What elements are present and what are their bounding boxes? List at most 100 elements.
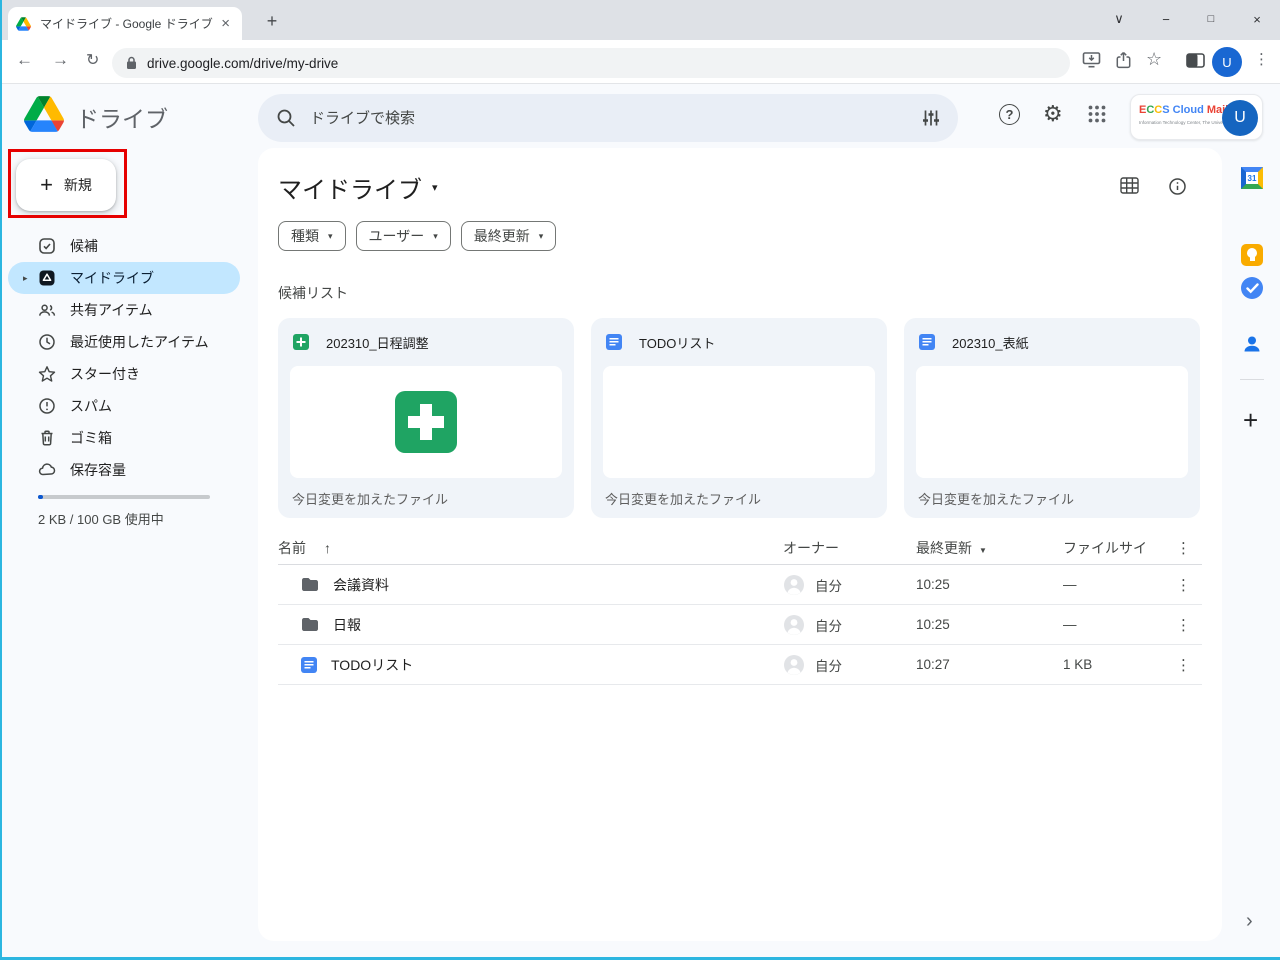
trash-icon <box>38 429 56 447</box>
search-options-icon[interactable] <box>922 109 940 127</box>
header-menu-icon[interactable]: ⋮ <box>1165 539 1202 557</box>
browser-tab-strip: マイドライブ - Google ドライブ × + ∨ − □ × <box>0 0 1280 40</box>
window-maximize-button[interactable]: □ <box>1188 0 1234 38</box>
sidebar-item-shared[interactable]: 共有アイテム <box>8 294 240 326</box>
column-header-modified[interactable]: 最終更新▼ <box>916 538 1063 558</box>
sidebar-item-label: 保存容量 <box>70 460 126 480</box>
card-reason: 今日変更を加えたファイル <box>904 478 1200 508</box>
side-panel-divider <box>1240 379 1264 380</box>
sidebar-item-label: マイドライブ <box>70 268 154 288</box>
filter-chips: 種類 ▾ ユーザー ▾ 最終更新 ▾ <box>278 221 556 251</box>
app-name: ドライブ <box>76 100 168 134</box>
suggested-heading: 候補リスト <box>278 283 348 303</box>
contacts-icon[interactable] <box>1241 333 1263 355</box>
table-row[interactable]: 日報 自分 10:25 — ⋮ <box>278 605 1202 645</box>
row-menu-icon[interactable]: ⋮ <box>1165 576 1202 594</box>
sidebar-item-starred[interactable]: スター付き <box>8 358 240 390</box>
folder-icon <box>300 617 320 633</box>
side-panel-icon[interactable] <box>1186 53 1205 68</box>
sidebar-item-trash[interactable]: ゴミ箱 <box>8 422 240 454</box>
sidebar-nav: 候補 ▸ マイドライブ 共有アイテム 最近使用したアイテム <box>8 230 240 486</box>
new-tab-button[interactable]: + <box>260 9 284 33</box>
browser-tab[interactable]: マイドライブ - Google ドライブ × <box>8 7 242 40</box>
new-button[interactable]: + 新規 <box>16 159 116 211</box>
grid-view-icon[interactable] <box>1120 177 1139 194</box>
sidebar-item-label: ゴミ箱 <box>70 428 112 448</box>
search-icon <box>276 108 296 128</box>
column-header-size[interactable]: ファイルサイ <box>1063 538 1165 558</box>
new-button-label: 新規 <box>64 175 92 195</box>
sidebar-item-my-drive[interactable]: ▸ マイドライブ <box>8 262 240 294</box>
main-panel: マイドライブ ▾ 種類 ▾ ユーザー ▾ 最終更新 <box>258 148 1222 941</box>
window-minimize-button[interactable]: − <box>1143 0 1189 38</box>
owner-avatar-icon <box>783 614 805 636</box>
sort-asc-icon[interactable]: ↑ <box>324 540 331 556</box>
folder-icon <box>300 577 320 593</box>
tab-close-icon[interactable]: × <box>221 15 230 32</box>
tab-title: マイドライブ - Google ドライブ <box>40 15 217 32</box>
lock-icon <box>126 56 137 70</box>
suggested-card[interactable]: 202310_日程調整 今日変更を加えたファイル <box>278 318 574 518</box>
bookmark-star-icon[interactable]: ☆ <box>1146 49 1162 70</box>
account-badge[interactable]: ECCS Cloud Mail Information Technology C… <box>1130 94 1263 140</box>
sidebar-item-recent[interactable]: 最近使用したアイテム <box>8 326 240 358</box>
tasks-icon[interactable] <box>1241 277 1263 299</box>
sidebar-item-suggested[interactable]: 候補 <box>8 230 240 262</box>
search-input[interactable] <box>310 110 908 127</box>
title-dropdown-icon[interactable]: ▾ <box>432 181 438 194</box>
get-addons-icon[interactable]: + <box>1243 405 1258 436</box>
table-row[interactable]: 会議資料 自分 10:25 — ⋮ <box>278 565 1202 605</box>
address-bar[interactable]: drive.google.com/drive/my-drive <box>112 48 1070 78</box>
install-icon[interactable] <box>1082 51 1101 69</box>
account-avatar[interactable]: U <box>1222 100 1258 136</box>
docs-file-icon <box>918 333 936 351</box>
keep-icon[interactable] <box>1241 244 1263 266</box>
screen: マイドライブ - Google ドライブ × + ∨ − □ × ← → ↻ d… <box>0 0 1280 960</box>
file-thumbnail <box>290 366 562 478</box>
show-side-panel-icon[interactable]: › <box>1246 910 1253 933</box>
apps-grid-icon[interactable] <box>1088 105 1106 123</box>
table-row[interactable]: TODOリスト 自分 10:27 1 KB ⋮ <box>278 645 1202 685</box>
sidebar-item-label: スパム <box>70 396 112 416</box>
back-icon[interactable]: ← <box>16 50 33 70</box>
sidebar-item-spam[interactable]: スパム <box>8 390 240 422</box>
window-close-button[interactable]: × <box>1234 0 1280 38</box>
my-drive-icon <box>38 269 56 287</box>
sidebar-item-storage[interactable]: 保存容量 <box>8 454 240 486</box>
browser-menu-icon[interactable]: ⋮ <box>1254 50 1269 68</box>
info-icon[interactable] <box>1168 177 1187 196</box>
spam-icon <box>38 397 56 415</box>
row-menu-icon[interactable]: ⋮ <box>1165 656 1202 674</box>
reload-icon[interactable]: ↻ <box>86 50 99 70</box>
expand-caret-icon[interactable]: ▸ <box>23 273 28 284</box>
share-icon[interactable] <box>1114 51 1133 69</box>
star-icon <box>38 365 56 383</box>
search-bar[interactable] <box>258 94 958 142</box>
browser-profile-avatar[interactable]: U <box>1212 47 1242 77</box>
suggested-card[interactable]: TODOリスト 今日変更を加えたファイル <box>591 318 887 518</box>
gear-icon[interactable]: ⚙ <box>1043 101 1063 127</box>
file-thumbnail <box>603 366 875 478</box>
forward-icon[interactable]: → <box>52 50 69 70</box>
tab-search-icon[interactable]: ∨ <box>1096 0 1142 38</box>
account-badge-logo: ECCS Cloud Mail <box>1139 104 1228 116</box>
storage-progress-bar <box>38 495 210 499</box>
column-header-owner[interactable]: オーナー <box>783 538 916 558</box>
suggested-cards: 202310_日程調整 今日変更を加えたファイル TODOリスト <box>278 318 1200 518</box>
screen-capture-border-left <box>0 0 2 960</box>
filter-chip-type[interactable]: 種類 ▾ <box>278 221 346 251</box>
column-header-name[interactable]: 名前 <box>278 538 306 558</box>
page-title[interactable]: マイドライブ ▾ <box>278 170 438 205</box>
calendar-icon[interactable]: 31 <box>1241 167 1263 189</box>
sort-desc-icon: ▼ <box>979 546 987 555</box>
drive-app: ドライブ ? ⚙ ECCS Cloud Mail Information Tec… <box>0 84 1280 960</box>
drive-favicon-icon <box>16 17 31 31</box>
filter-chip-modified[interactable]: 最終更新 ▾ <box>461 221 557 251</box>
suggested-card[interactable]: 202310_表紙 今日変更を加えたファイル <box>904 318 1200 518</box>
card-reason: 今日変更を加えたファイル <box>278 478 574 508</box>
filter-chip-people[interactable]: ユーザー ▾ <box>356 221 451 251</box>
shared-people-icon <box>38 301 56 319</box>
help-icon[interactable]: ? <box>999 104 1020 125</box>
owner-avatar-icon <box>783 574 805 596</box>
row-menu-icon[interactable]: ⋮ <box>1165 616 1202 634</box>
